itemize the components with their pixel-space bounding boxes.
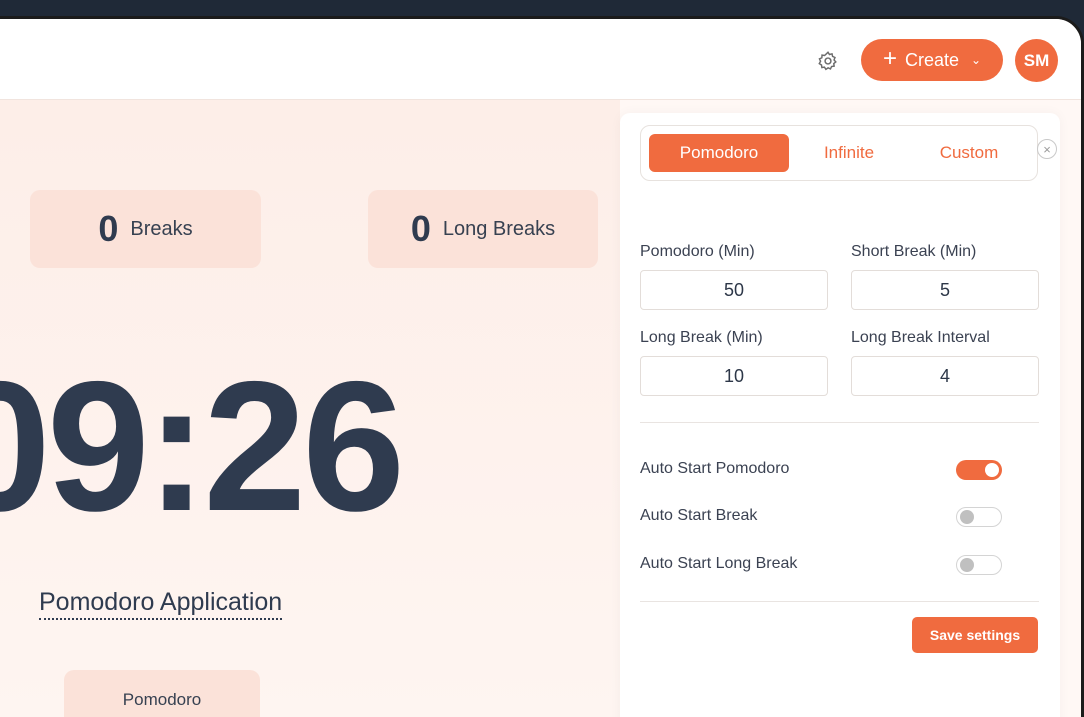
app-window: + Create ⌄ SM 0 Breaks 0 Long Breaks 09:… — [0, 16, 1084, 717]
divider — [640, 601, 1039, 602]
timer-area: 0 Breaks 0 Long Breaks 09:26 Pomodoro Ap… — [0, 100, 620, 717]
tab-custom[interactable]: Custom — [909, 134, 1029, 172]
plus-icon: + — [882, 45, 897, 72]
long-break-interval-label: Long Break Interval — [851, 329, 990, 346]
auto-start-break-toggle[interactable] — [956, 507, 1002, 527]
toggle-knob — [985, 463, 999, 477]
short-break-input[interactable]: 5 — [851, 270, 1039, 310]
settings-panel: Pomodoro Infinite Custom × Pomodoro (Min… — [620, 113, 1060, 717]
mode-tab-pomodoro[interactable]: Pomodoro — [64, 670, 260, 717]
settings-button[interactable] — [814, 47, 842, 75]
auto-start-break-label: Auto Start Break — [640, 507, 758, 524]
timer-mode-switch: Pomodoro Infinite Custom × — [640, 125, 1057, 181]
chevron-down-icon: ⌄ — [970, 53, 982, 67]
pomodoro-minutes-input[interactable]: 50 — [640, 270, 828, 310]
divider — [640, 422, 1039, 423]
tab-pomodoro[interactable]: Pomodoro — [649, 134, 789, 172]
auto-start-pomodoro-label: Auto Start Pomodoro — [640, 460, 790, 477]
auto-start-long-break-toggle[interactable] — [956, 555, 1002, 575]
close-icon[interactable]: × — [1037, 139, 1057, 159]
toggle-knob — [960, 510, 974, 524]
long-breaks-count: 0 — [410, 208, 431, 249]
tab-infinite[interactable]: Infinite — [789, 134, 909, 172]
pomodoro-minutes-label: Pomodoro (Min) — [640, 243, 755, 260]
breaks-count: 0 — [98, 208, 119, 249]
timer-display: 09:26 — [0, 344, 405, 550]
create-button[interactable]: + Create ⌄ — [861, 39, 1003, 81]
long-breaks-label: Long Breaks — [442, 217, 556, 240]
avatar[interactable]: SM — [1015, 39, 1058, 82]
long-break-label: Long Break (Min) — [640, 329, 763, 346]
save-settings-button[interactable]: Save settings — [912, 617, 1038, 653]
long-breaks-stat-card: 0 Long Breaks — [368, 190, 598, 268]
auto-start-long-break-label: Auto Start Long Break — [640, 555, 798, 572]
short-break-label: Short Break (Min) — [851, 243, 977, 260]
gear-icon — [818, 51, 837, 71]
top-bar: + Create ⌄ SM — [0, 19, 1081, 100]
auto-start-pomodoro-toggle[interactable] — [956, 460, 1002, 480]
app-title-link[interactable]: Pomodoro Application — [39, 588, 283, 620]
long-break-interval-input[interactable]: 4 — [851, 356, 1039, 396]
breaks-stat-card: 0 Breaks — [30, 190, 261, 268]
long-break-input[interactable]: 10 — [640, 356, 828, 396]
toggle-knob — [960, 558, 974, 572]
breaks-label: Breaks — [130, 217, 193, 240]
create-label: Create — [904, 49, 959, 70]
